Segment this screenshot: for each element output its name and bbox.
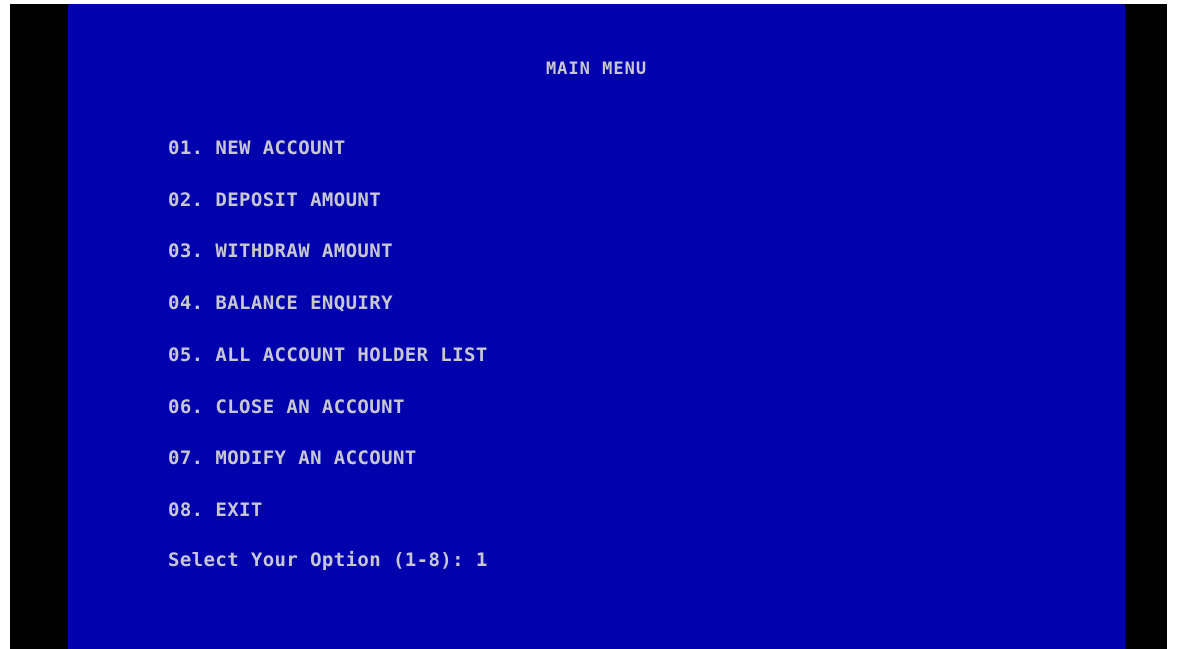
option-input[interactable]: 1 [476, 549, 488, 571]
menu-item-withdraw-amount[interactable]: 03. WITHDRAW AMOUNT [168, 240, 393, 262]
menu-item-deposit-amount[interactable]: 02. DEPOSIT AMOUNT [168, 189, 381, 211]
monitor-frame: MAIN MENU 01. NEW ACCOUNT 02. DEPOSIT AM… [10, 4, 1167, 649]
console-screen: MAIN MENU 01. NEW ACCOUNT 02. DEPOSIT AM… [68, 4, 1125, 649]
menu-item-close-an-account[interactable]: 06. CLOSE AN ACCOUNT [168, 396, 405, 418]
page-title: MAIN MENU [545, 59, 648, 79]
menu-item-all-account-holder-list[interactable]: 05. ALL ACCOUNT HOLDER LIST [168, 344, 488, 366]
menu-item-balance-enquiry[interactable]: 04. BALANCE ENQUIRY [168, 292, 393, 314]
menu-item-modify-an-account[interactable]: 07. MODIFY AN ACCOUNT [168, 447, 417, 469]
prompt-label: Select Your Option (1-8): [168, 549, 476, 571]
option-prompt[interactable]: Select Your Option (1-8): 1 [168, 549, 488, 571]
menu-item-exit[interactable]: 08. EXIT [168, 499, 263, 521]
menu-item-new-account[interactable]: 01. NEW ACCOUNT [168, 137, 346, 159]
